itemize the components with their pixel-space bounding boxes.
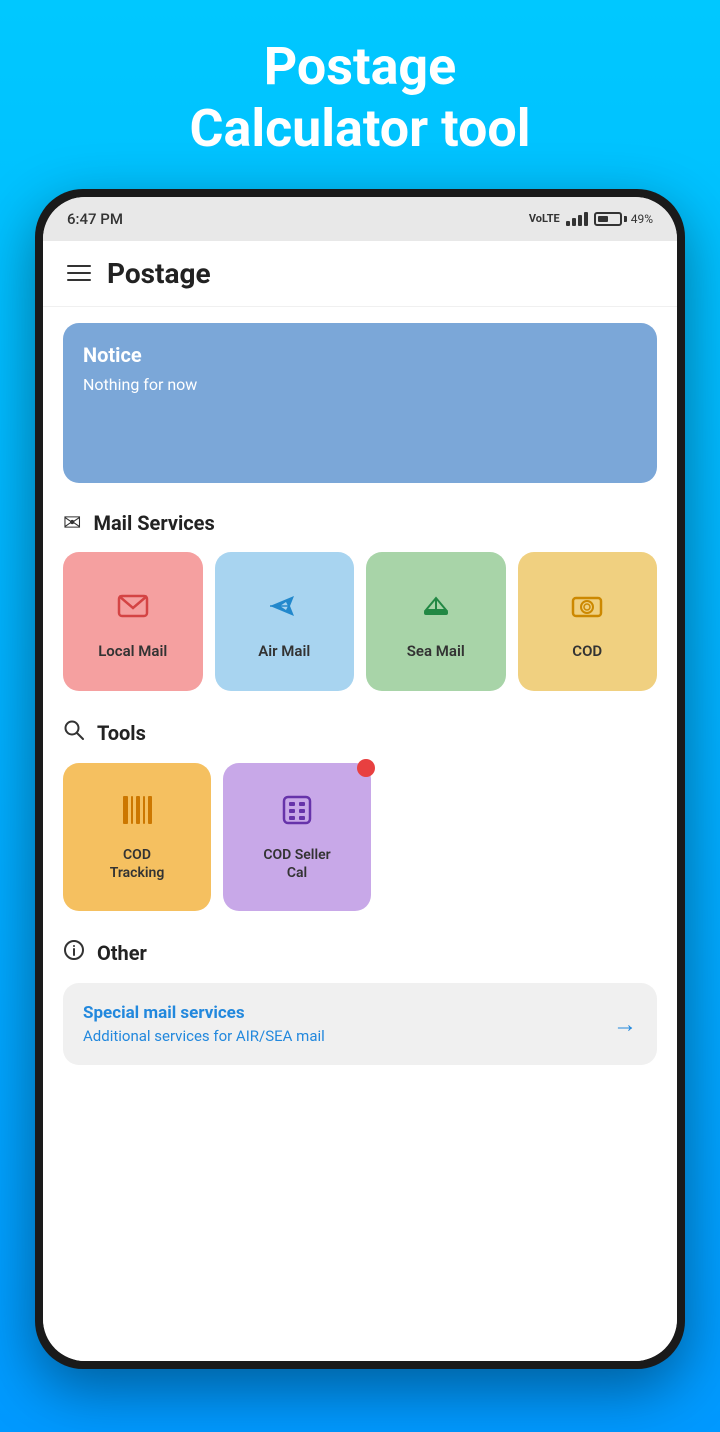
status-time: 6:47 PM: [67, 210, 123, 228]
phone-device: 6:47 PM VoLTE 49%: [35, 189, 685, 1369]
signal-bar-3: [578, 215, 582, 226]
other-card-title: Special mail services: [83, 1003, 325, 1023]
mail-services-grid: Local Mail Air Mail: [43, 544, 677, 708]
hamburger-line-1: [67, 265, 91, 267]
battery-fill: [598, 216, 608, 222]
app-title: Postage: [107, 257, 211, 290]
signal-bar-2: [572, 218, 576, 226]
lte-icon: VoLTE: [529, 212, 560, 225]
signal-bar-1: [566, 221, 570, 226]
cod-tracking-card[interactable]: CODTracking: [63, 763, 211, 911]
arrow-right-icon: →: [613, 1010, 637, 1039]
hamburger-menu-button[interactable]: [67, 265, 91, 281]
cod-seller-icon: [279, 792, 315, 836]
notification-badge: [357, 759, 375, 777]
tools-search-icon: [63, 719, 85, 747]
local-mail-label: Local Mail: [98, 642, 167, 660]
app-content: Postage Notice Nothing for now ✉ Mail Se…: [43, 241, 677, 1361]
sea-mail-card[interactable]: Sea Mail: [366, 552, 506, 692]
cod-seller-label: COD SellerCal: [263, 846, 330, 882]
status-bar: 6:47 PM VoLTE 49%: [43, 197, 677, 241]
battery-icon: 49%: [594, 212, 653, 226]
air-mail-icon: [266, 588, 302, 632]
hamburger-line-3: [67, 279, 91, 281]
local-mail-icon: [115, 588, 151, 632]
signal-bar-4: [584, 212, 588, 226]
air-mail-label: Air Mail: [258, 642, 310, 660]
air-mail-card[interactable]: Air Mail: [215, 552, 355, 692]
local-mail-card[interactable]: Local Mail: [63, 552, 203, 692]
battery-percent: 49%: [631, 212, 653, 226]
status-icons: VoLTE 49%: [529, 212, 653, 226]
info-icon: [63, 939, 85, 967]
notice-text: Nothing for now: [83, 375, 637, 394]
tools-title: Tools: [97, 721, 146, 745]
mail-services-title: Mail Services: [93, 511, 214, 535]
cod-seller-card[interactable]: COD SellerCal: [223, 763, 371, 911]
other-title: Other: [97, 941, 147, 965]
other-section-header: Other: [43, 927, 677, 975]
sea-mail-icon: [418, 588, 454, 632]
battery-tip: [624, 216, 627, 222]
cod-tracking-icon: [119, 792, 155, 836]
app-header: Postage: [43, 241, 677, 307]
cod-card[interactable]: COD: [518, 552, 658, 692]
mail-icon: ✉: [63, 511, 81, 536]
hamburger-line-2: [67, 272, 91, 274]
sea-mail-label: Sea Mail: [407, 642, 465, 660]
hero-title: PostageCalculator tool: [189, 36, 530, 161]
other-card-subtitle: Additional services for AIR/SEA mail: [83, 1027, 325, 1045]
signal-bars: [566, 212, 588, 226]
tools-grid: CODTracking: [43, 755, 677, 927]
cod-icon: [569, 588, 605, 632]
notice-banner: Notice Nothing for now: [63, 323, 657, 483]
phone-screen: 6:47 PM VoLTE 49%: [43, 197, 677, 1361]
special-mail-services-card[interactable]: Special mail services Additional service…: [63, 983, 657, 1065]
notice-title: Notice: [83, 343, 637, 367]
cod-tracking-label: CODTracking: [110, 846, 165, 882]
tools-section-header: Tools: [43, 707, 677, 755]
battery-body: [594, 212, 622, 226]
other-card-content: Special mail services Additional service…: [83, 1003, 325, 1045]
cod-label: COD: [572, 642, 602, 660]
mail-services-section-header: ✉ Mail Services: [43, 499, 677, 544]
